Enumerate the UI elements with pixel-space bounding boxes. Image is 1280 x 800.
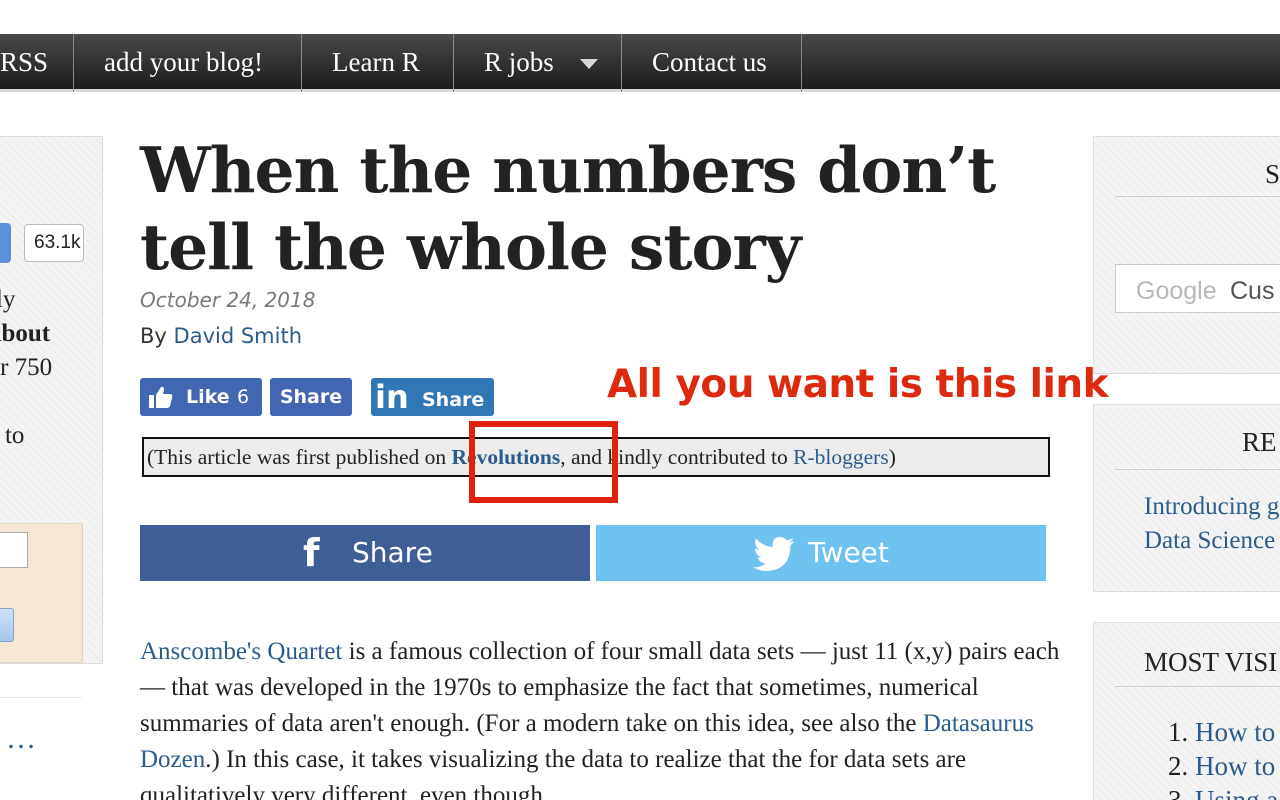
most-visited-heading: MOST VISI (1144, 647, 1278, 677)
share-count-bubble: 63.1k (24, 224, 84, 262)
facebook-icon: f (303, 531, 320, 575)
list-number: 1. (1168, 717, 1189, 747)
chevron-down-icon (580, 59, 598, 69)
facebook-like-button-partial[interactable] (0, 223, 11, 263)
facebook-share-button[interactable]: f Share (140, 525, 590, 581)
recent-posts-panel: RE Introducing g Data Science (1093, 404, 1280, 592)
page-title: When the numbers don’t tell the whole st… (140, 133, 996, 284)
facebook-like-button[interactable]: Like 6 (140, 378, 262, 416)
nav-learn-r[interactable]: Learn R (302, 34, 454, 92)
left-sidebar-more-link[interactable]: … (6, 722, 37, 756)
left-sidebar-box: … (0, 697, 82, 800)
source-prefix: (This article was first published on (147, 445, 452, 469)
left-sidebar-line: about (0, 320, 51, 347)
linkedin-share-label: Share (422, 389, 485, 411)
facebook-like-count: 6 (237, 386, 250, 408)
most-visited-list: 1. How to 2. How to 3. Using a (1168, 715, 1278, 800)
nav-learn-r-label: Learn R (332, 47, 420, 77)
post-date: October 24, 2018 (140, 288, 316, 312)
source-suffix: ) (888, 445, 896, 469)
subscribe-box (0, 523, 83, 663)
list-link[interactable]: How to (1195, 717, 1275, 747)
left-sidebar-line: ily (0, 286, 16, 313)
share-count: 63.1k (34, 232, 81, 253)
article-body: Anscombe's Quartet is a famous collectio… (140, 634, 1060, 800)
facebook-share-small-button[interactable]: Share (270, 378, 352, 416)
recent-post-link[interactable]: Introducing g (1144, 493, 1279, 521)
nav-add-your-blog[interactable]: add your blog! (74, 34, 302, 92)
facebook-share-small-label: Share (279, 386, 343, 408)
list-item[interactable]: 2. How to (1168, 749, 1278, 783)
nav-rss-label: RSS (0, 47, 49, 77)
twitter-bird-icon (753, 537, 794, 571)
search-input[interactable]: Google Cus (1115, 264, 1280, 313)
most-visited-panel: MOST VISI 1. How to 2. How to 3. Using a (1093, 622, 1280, 800)
facebook-like-label: Like (186, 386, 230, 408)
search-panel: S Google Cus (1093, 136, 1280, 374)
nav-contact-us[interactable]: Contact us (622, 34, 802, 92)
facebook-share-label: Share (352, 536, 433, 569)
source-middle: , and kindly contributed to (560, 445, 794, 469)
divider (1115, 686, 1280, 687)
list-item[interactable]: 3. Using a (1168, 783, 1278, 800)
revolutions-link[interactable]: Revolutions (452, 445, 561, 469)
list-number: 2. (1168, 751, 1189, 781)
source-attribution: (This article was first published on Rev… (142, 437, 1050, 477)
recent-posts-heading: RE (1242, 427, 1277, 457)
nav-r-jobs-label: R jobs (484, 47, 554, 77)
nav-rss[interactable]: RSS (0, 34, 74, 92)
left-sidebar-text: ily about er 750 s to (0, 283, 52, 453)
left-sidebar-line: er 750 (0, 354, 53, 381)
byline-label: By (140, 324, 167, 348)
byline: By David Smith (140, 324, 302, 348)
author-link[interactable]: David Smith (174, 324, 302, 348)
twitter-tweet-button[interactable]: Tweet (596, 525, 1046, 581)
search-placeholder: Cus (1230, 277, 1275, 305)
list-link[interactable]: How to (1195, 751, 1275, 781)
anscombes-quartet-link[interactable]: Anscombe's Quartet (140, 638, 342, 665)
divider (1115, 196, 1280, 197)
top-nav-bar: RSS add your blog! Learn R R jobs Contac… (0, 34, 1280, 92)
recent-post-link[interactable]: Data Science (1144, 527, 1275, 555)
annotation-text: All you want is this link (607, 362, 1109, 407)
search-heading: S (1265, 159, 1280, 189)
thumbs-up-icon (149, 386, 173, 408)
google-logo: Google (1136, 277, 1217, 305)
divider (1115, 469, 1280, 470)
body-text: .) In this case, it takes visualizing th… (140, 746, 967, 800)
nav-contact-label: Contact us (652, 47, 767, 77)
r-bloggers-link[interactable]: R-bloggers (793, 445, 889, 469)
left-sidebar-panel: 63.1k ily about er 750 s to (0, 136, 103, 664)
linkedin-share-button[interactable]: in Share (371, 378, 494, 416)
nav-add-blog-label: add your blog! (104, 47, 263, 77)
list-link[interactable]: Using a (1195, 785, 1278, 800)
nav-r-jobs[interactable]: R jobs (454, 34, 622, 92)
list-number: 3. (1168, 785, 1189, 800)
subscribe-button[interactable] (0, 608, 14, 642)
email-field[interactable] (0, 532, 28, 568)
list-item[interactable]: 1. How to (1168, 715, 1278, 749)
linkedin-icon: in (375, 378, 409, 416)
twitter-tweet-label: Tweet (808, 536, 889, 569)
left-sidebar-line: s to (0, 422, 25, 449)
